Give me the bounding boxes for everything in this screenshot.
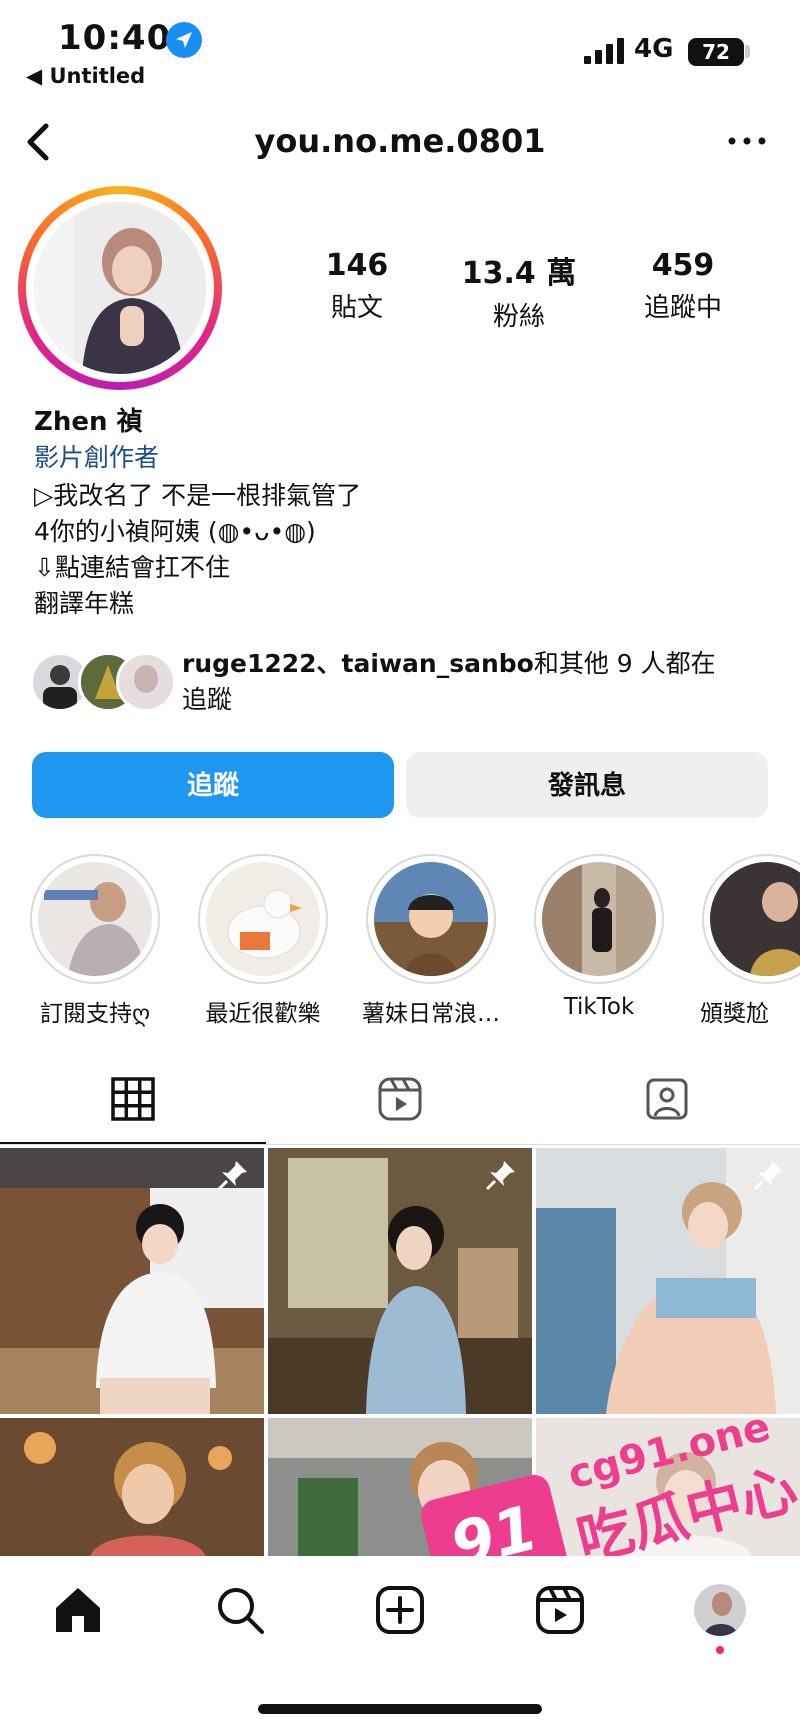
highlight-cover [542,862,656,976]
pin-icon [752,1158,786,1192]
bio-line: 翻譯年糕 [34,589,135,618]
status-time: 10:40 [58,18,172,58]
stat-following-label: 追蹤中 [643,293,722,323]
highlight-cover [710,862,800,976]
highlight-label: 訂閱支持ღ [39,1001,151,1027]
bio-line: ⇩點連結會扛不住 [34,553,230,582]
stat-followers-value: 13.4 萬 [461,256,577,291]
stat-posts[interactable]: 146 貼文 [282,248,432,324]
highlight-label: 頒獎尬 [700,1001,769,1027]
notification-dot [716,1646,724,1654]
highlight-item[interactable] [198,854,328,984]
home-icon[interactable] [52,1584,104,1636]
home-indicator [258,1704,542,1714]
reels-nav-icon[interactable] [534,1584,586,1636]
active-tab-indicator [0,1142,266,1144]
highlight-label: 最近很歡樂 [205,1001,321,1027]
new-post-icon[interactable] [374,1584,426,1636]
bio-line: 4你的小禎阿姨 (◍•ᴗ•◍) [34,517,316,546]
tagged-icon[interactable] [644,1076,690,1122]
highlight-item[interactable] [702,854,800,984]
highlight-item[interactable] [366,854,496,984]
profile-category: 影片創作者 [34,443,160,472]
profile-avatar-icon[interactable] [694,1584,746,1636]
reels-icon[interactable] [377,1076,423,1122]
battery-tip [745,45,750,58]
pin-icon [216,1158,250,1192]
stat-following-value: 459 [651,248,715,283]
search-icon[interactable] [214,1584,266,1636]
mutual-line2: 追蹤 [182,685,233,714]
highlight-label: TikTok [563,994,635,1020]
highlight-cover [38,862,152,976]
highlight-cover [206,862,320,976]
battery-indicator: 72 [688,38,744,66]
follow-button[interactable]: 追蹤 [32,752,394,818]
profile-name: Zhen 禎 [34,407,143,437]
highlight-label: 薯妹日常浪… [362,1001,500,1027]
mutual-rest: 和其他 9 人都在 [533,649,716,678]
stat-followers-label: 粉絲 [492,302,545,332]
highlight-item[interactable] [534,854,664,984]
network-type: 4G [634,34,674,64]
message-button[interactable]: 發訊息 [406,752,768,818]
stat-following[interactable]: 459 追蹤中 [608,248,758,324]
mutual-users: ruge1222、taiwan_sanbo [182,649,534,678]
cellular-signal-icon [584,38,626,64]
stat-posts-label: 貼文 [330,293,383,323]
location-arrow-icon [166,22,202,58]
post-thumbnail[interactable] [0,1418,264,1558]
mutual-followers-text[interactable]: ruge1222、taiwan_sanbo和其他 9 人都在 追蹤 [182,646,782,718]
grid-icon[interactable] [110,1076,156,1122]
stat-posts-value: 146 [325,248,389,283]
mutual-follower-avatar[interactable] [116,652,176,712]
profile-username: you.no.me.0801 [254,122,546,160]
avatar[interactable] [34,202,206,374]
stat-followers[interactable]: 13.4 萬 粉絲 [444,248,594,333]
back-to-app-link[interactable]: ◀ Untitled [26,64,145,88]
more-options-icon[interactable] [722,126,772,156]
pin-icon [484,1158,518,1192]
highlight-item[interactable] [30,854,160,984]
bio-line: ▷我改名了 不是一根排氣管了 [34,481,362,510]
highlight-cover [374,862,488,976]
tab-divider [0,1144,800,1145]
